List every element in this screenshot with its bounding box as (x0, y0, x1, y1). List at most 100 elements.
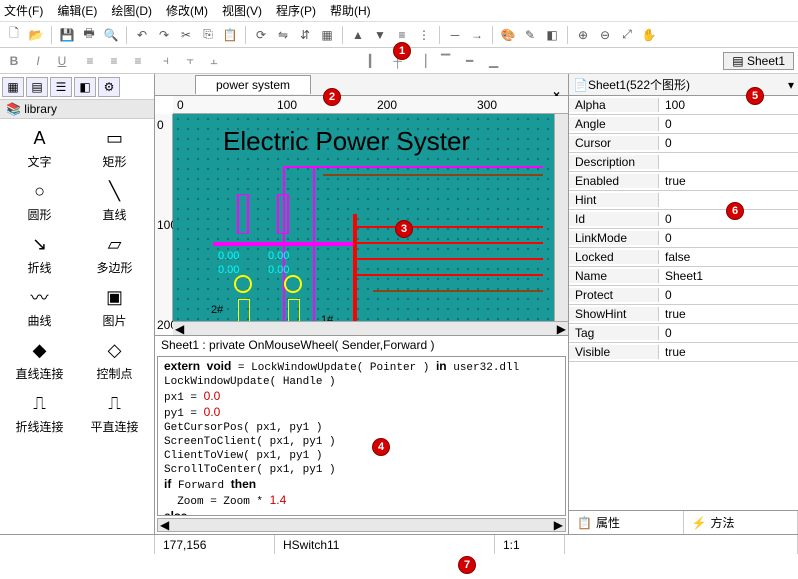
flip-v-icon[interactable]: ⇵ (295, 25, 315, 45)
prop-row-ShowHint[interactable]: ShowHinttrue (569, 305, 798, 324)
obj-align-l-icon[interactable]: ▎ (364, 51, 384, 71)
menu-file[interactable]: 文件(F) (4, 2, 43, 19)
arrow-icon[interactable]: → (467, 25, 487, 45)
sheet-selector[interactable]: ▤ Sheet1 (723, 52, 794, 70)
underline-icon[interactable]: U (52, 51, 72, 71)
line-icon[interactable]: ─ (445, 25, 465, 45)
align-right-icon[interactable]: ≡ (128, 51, 148, 71)
prop-value[interactable]: Sheet1 (659, 269, 798, 283)
lib-btn-2[interactable]: ▤ (26, 77, 48, 97)
prop-row-Enabled[interactable]: Enabledtrue (569, 172, 798, 191)
prop-row-Locked[interactable]: Lockedfalse (569, 248, 798, 267)
palette-折线[interactable]: ↘折线 (10, 231, 70, 276)
lib-btn-1[interactable]: ▦ (2, 77, 24, 97)
obj-align-t-icon[interactable]: ▔ (436, 51, 456, 71)
tab-power-system[interactable]: power system (195, 75, 311, 94)
open-icon[interactable]: 📂 (26, 25, 46, 45)
obj-align-m-icon[interactable]: ━ (460, 51, 480, 71)
pan-icon[interactable]: ✋ (639, 25, 659, 45)
distrib-icon[interactable]: ⋮ (414, 25, 434, 45)
prop-row-Visible[interactable]: Visibletrue (569, 343, 798, 362)
menu-help[interactable]: 帮助(H) (330, 2, 371, 19)
italic-icon[interactable]: I (28, 51, 48, 71)
new-icon[interactable]: 🗋 (4, 25, 24, 45)
palette-平直连接[interactable]: ⎍平直连接 (85, 390, 145, 435)
undo-icon[interactable]: ↶ (132, 25, 152, 45)
prop-row-Tag[interactable]: Tag0 (569, 324, 798, 343)
flip-h-icon[interactable]: ⇋ (273, 25, 293, 45)
prop-value[interactable]: 0 (659, 288, 798, 302)
cut-icon[interactable]: ✂ (176, 25, 196, 45)
preview-icon[interactable]: 🔍 (101, 25, 121, 45)
menu-draw[interactable]: 绘图(D) (111, 2, 152, 19)
prop-row-Description[interactable]: Description (569, 153, 798, 172)
align-mid-icon[interactable]: ⫟ (180, 51, 200, 71)
prop-row-Angle[interactable]: Angle0 (569, 115, 798, 134)
palette-控制点[interactable]: ◇控制点 (85, 337, 145, 382)
code-scroll-h[interactable]: ◀▶ (157, 518, 566, 532)
palette-直线[interactable]: ╲直线 (85, 178, 145, 223)
zoom-fit-icon[interactable]: ⤢ (617, 25, 637, 45)
bring-front-icon[interactable]: ▲ (348, 25, 368, 45)
prop-row-Id[interactable]: Id0 (569, 210, 798, 229)
drawing-canvas[interactable]: Electric Power Syster (173, 114, 554, 321)
palette-矩形[interactable]: ▭矩形 (85, 125, 145, 170)
align-center-icon[interactable]: ≡ (104, 51, 124, 71)
redo-icon[interactable]: ↷ (154, 25, 174, 45)
palette-圆形[interactable]: ○圆形 (10, 178, 70, 223)
align-bot-icon[interactable]: ⫠ (204, 51, 224, 71)
menu-view[interactable]: 视图(V) (222, 2, 262, 19)
group-icon[interactable]: ▦ (317, 25, 337, 45)
tab-methods[interactable]: ⚡ 方法 (684, 511, 798, 534)
value-label: 0.00 (218, 264, 239, 276)
prop-value[interactable]: 100 (659, 98, 798, 112)
stroke-icon[interactable]: ✎ (520, 25, 540, 45)
palette-多边形[interactable]: ▱多边形 (85, 231, 145, 276)
menu-edit[interactable]: 编辑(E) (57, 2, 97, 19)
prop-value[interactable]: 0 (659, 326, 798, 340)
rotate-icon[interactable]: ⟳ (251, 25, 271, 45)
send-back-icon[interactable]: ▼ (370, 25, 390, 45)
align-left-icon[interactable]: ≡ (80, 51, 100, 71)
prop-row-LinkMode[interactable]: LinkMode0 (569, 229, 798, 248)
obj-align-b-icon[interactable]: ▁ (484, 51, 504, 71)
lib-btn-5[interactable]: ⚙ (98, 77, 120, 97)
lib-btn-3[interactable]: ☰ (50, 77, 72, 97)
canvas-scroll-h[interactable]: ◀▶ (173, 321, 568, 335)
palette-文字[interactable]: A文字 (10, 125, 70, 170)
print-icon[interactable]: 🖶 (79, 25, 99, 45)
prop-row-Alpha[interactable]: Alpha100 (569, 96, 798, 115)
save-icon[interactable]: 💾 (57, 25, 77, 45)
zoom-in-icon[interactable]: ⊕ (573, 25, 593, 45)
prop-row-Protect[interactable]: Protect0 (569, 286, 798, 305)
palette-直线连接[interactable]: ◆直线连接 (10, 337, 70, 382)
dropdown-icon[interactable]: ▾ (788, 78, 794, 92)
lib-btn-4[interactable]: ◧ (74, 77, 96, 97)
menu-program[interactable]: 程序(P) (276, 2, 316, 19)
prop-value[interactable]: false (659, 250, 798, 264)
tab-properties[interactable]: 📋 属性 (569, 511, 684, 534)
prop-value[interactable]: 0 (659, 231, 798, 245)
prop-value[interactable]: true (659, 174, 798, 188)
zoom-out-icon[interactable]: ⊖ (595, 25, 615, 45)
shadow-icon[interactable]: ◧ (542, 25, 562, 45)
align-top-icon[interactable]: ⫞ (156, 51, 176, 71)
paste-icon[interactable]: 📋 (220, 25, 240, 45)
prop-row-Cursor[interactable]: Cursor0 (569, 134, 798, 153)
canvas-scroll-v[interactable] (554, 114, 568, 321)
palette-图片[interactable]: ▣图片 (85, 284, 145, 329)
prop-value[interactable]: 0 (659, 136, 798, 150)
palette-折线连接[interactable]: ⎍折线连接 (10, 390, 70, 435)
prop-value[interactable]: true (659, 307, 798, 321)
copy-icon[interactable]: ⎘ (198, 25, 218, 45)
bold-icon[interactable]: B (4, 51, 24, 71)
prop-row-Name[interactable]: NameSheet1 (569, 267, 798, 286)
prop-value[interactable]: true (659, 345, 798, 359)
palette-曲线[interactable]: 〰曲线 (10, 284, 70, 329)
prop-value[interactable]: 0 (659, 117, 798, 131)
prop-row-Hint[interactable]: Hint (569, 191, 798, 210)
menu-modify[interactable]: 修改(M) (166, 2, 208, 19)
obj-align-r-icon[interactable]: ▕ (412, 51, 432, 71)
fill-icon[interactable]: 🎨 (498, 25, 518, 45)
code-editor[interactable]: extern void = LockWindowUpdate( Pointer … (157, 356, 566, 516)
